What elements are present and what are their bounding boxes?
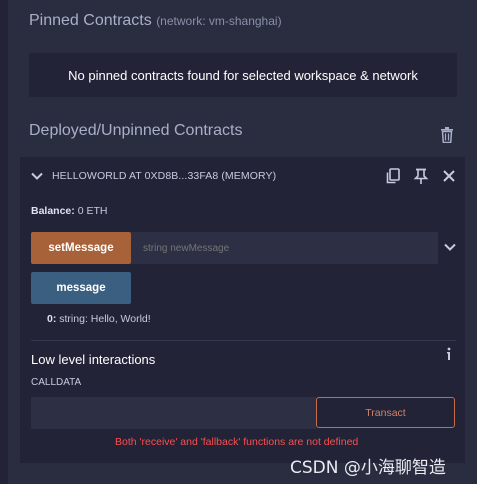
no-pinned-message: No pinned contracts found for selected w…	[29, 53, 457, 97]
contract-name: HELLOWORLD AT 0XD8B...33FA8 (MEMORY)	[52, 170, 277, 182]
watermark: CSDN @小海聊智造	[290, 458, 446, 478]
left-panel-edge	[0, 0, 8, 484]
balance-value: 0 ETH	[77, 205, 108, 217]
result-index: 0:	[47, 313, 57, 325]
pinned-contracts-title: Pinned Contracts (network: vm-shanghai)	[29, 12, 282, 30]
call-result: 0: string: Hello, World!	[47, 313, 151, 325]
result-value: string: Hello, World!	[59, 313, 151, 325]
contract-header[interactable]: HELLOWORLD AT 0XD8B...33FA8 (MEMORY)	[20, 157, 465, 195]
balance: Balance: 0 ETH	[31, 205, 107, 217]
chevron-down-icon[interactable]	[443, 240, 457, 254]
info-icon[interactable]	[444, 347, 454, 361]
trash-icon[interactable]	[440, 127, 454, 143]
divider	[31, 340, 456, 341]
low-level-title: Low level interactions	[31, 352, 156, 367]
calldata-input[interactable]	[31, 397, 316, 429]
network-label: (network: vm-shanghai)	[156, 14, 282, 28]
contract-card: HELLOWORLD AT 0XD8B...33FA8 (MEMORY) Bal…	[20, 157, 465, 463]
pinned-title-text: Pinned Contracts	[29, 12, 152, 29]
deployed-contracts-title: Deployed/Unpinned Contracts	[29, 122, 243, 139]
close-icon[interactable]	[440, 167, 458, 185]
error-message: Both 'receive' and 'fallback' functions …	[115, 436, 359, 448]
new-message-input[interactable]	[131, 232, 438, 264]
transact-button[interactable]: Transact	[316, 397, 455, 428]
pin-icon[interactable]	[412, 167, 430, 185]
chevron-down-icon[interactable]	[30, 169, 44, 183]
calldata-label: CALLDATA	[31, 377, 82, 388]
set-message-button[interactable]: setMessage	[31, 232, 131, 264]
copy-icon[interactable]	[384, 167, 402, 185]
balance-label: Balance:	[31, 205, 75, 217]
message-button[interactable]: message	[31, 272, 131, 304]
